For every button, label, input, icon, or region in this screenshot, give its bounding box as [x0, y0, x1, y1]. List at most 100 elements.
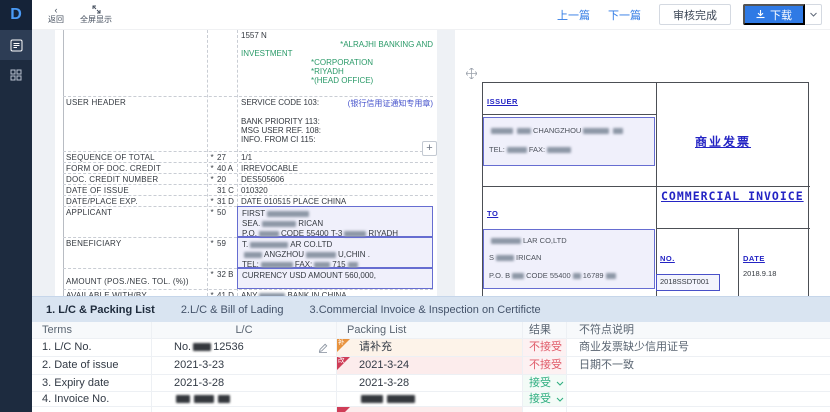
lc-bank-line1: *ALRAJHI BANKING AND: [241, 40, 433, 49]
lc-field-tag: 31 C: [217, 185, 237, 195]
result-value: 接受: [529, 392, 551, 406]
discrepancy-table: Terms L/C Packing List 结果 不符点说明 1. L/C N…: [32, 322, 830, 412]
app-logo-letter: D: [10, 6, 22, 24]
sidebar-item-apps[interactable]: [0, 60, 32, 90]
tab-lc-bill-of-lading[interactable]: 2.L/C & Bill of Lading: [181, 304, 284, 316]
result-value: 接受: [529, 375, 551, 391]
tab-invoice-inspection-certificate[interactable]: 3.Commercial Invoice & Inspection on Cer…: [310, 304, 541, 316]
beneficiary-line1a: T.: [242, 240, 248, 249]
header-result: 结果: [523, 322, 567, 338]
invoice-mid-divider: [483, 186, 810, 187]
buyer-highlight-box[interactable]: LAR CO,LTD SIRICAN P.O. BCODE 5540016789: [483, 229, 655, 289]
document-compare-area: 1557 N *ALRAJHI BANKING AND INVESTMENT *…: [32, 30, 830, 296]
download-icon: [756, 10, 765, 19]
lc-bank-line2: INVESTMENT: [241, 49, 433, 58]
cell-packing-value: 补 请补充: [337, 339, 523, 356]
lc-field-star: *: [207, 196, 217, 206]
cell-lc-value: 2021-3-23: [152, 357, 337, 374]
cell-lc-value: [152, 392, 337, 406]
lc-row-user-header: USER HEADER SERVICE CODE 103: (银行信用证通知专用…: [63, 96, 433, 151]
buyer-line2a: S: [489, 253, 494, 262]
lc-field-star: *: [207, 174, 217, 184]
lc-field-tag: 20: [217, 174, 237, 184]
beneficiary-line2a: ANGZHOU: [264, 250, 304, 259]
left-nav-sidebar: [0, 30, 32, 412]
lc-message-table: 1557 N *ALRAJHI BANKING AND INVESTMENT *…: [55, 30, 437, 296]
lc-field-label: BENEFICIARY: [63, 238, 207, 268]
chevron-left-icon: ‹: [55, 5, 58, 15]
back-button[interactable]: ‹ 返回: [48, 5, 64, 24]
result-select[interactable]: 不接受: [529, 339, 566, 356]
lc-bank-line5: *(HEAD OFFICE): [311, 76, 433, 85]
review-done-button[interactable]: 审核完成: [659, 4, 731, 25]
invoice-date-label: DATE: [743, 254, 765, 263]
cell-terms: 4. Invoice No.: [32, 392, 152, 406]
lc-field-value: 010320: [237, 185, 433, 195]
main-workspace: 1557 N *ALRAJHI BANKING AND INVESTMENT *…: [32, 30, 830, 412]
cell-packing-value: [337, 407, 523, 412]
lc-user-header-label: USER HEADER: [63, 97, 207, 151]
grid-icon: [10, 69, 22, 81]
packing-text: 2021-3-24: [359, 359, 409, 371]
invoice-no-highlight-box[interactable]: 2018SSDT001: [656, 274, 720, 291]
lc-service-note: (银行信用证通知专用章): [348, 98, 433, 109]
lc-row-available-with: AVAILABLE WITH/BY * 41 D ANYBANK IN CHIN…: [63, 289, 433, 296]
lc-field-star: *: [207, 152, 217, 162]
fullscreen-button[interactable]: 全屏显示: [80, 5, 112, 24]
result-select[interactable]: 接受: [529, 375, 566, 391]
invoice-date-value: 2018.9.18: [743, 269, 776, 278]
move-handle-icon[interactable]: [466, 68, 477, 79]
lc-row-sequence: SEQUENCE OF TOTAL * 27 1/1: [63, 151, 433, 162]
chevron-down-icon: [556, 397, 564, 402]
lc-field-label: FORM OF DOC. CREDIT: [63, 163, 207, 173]
sidebar-item-document-review[interactable]: [0, 30, 32, 60]
lc-row-credit-number: DOC. CREDIT NUMBER * 20 DES505606: [63, 173, 433, 184]
issuer-highlight-box[interactable]: CHANGZHOU TEL:FAX:: [483, 117, 655, 166]
table-header-row: Terms L/C Packing List 结果 不符点说明: [32, 322, 830, 339]
applicant-line2b: RICAN: [298, 219, 323, 228]
prev-doc-link[interactable]: 上一篇: [557, 7, 590, 23]
cell-lc-value: 2021-3-28: [152, 375, 337, 391]
top-toolbar: D ‹ 返回 全屏显示 上一篇 下一篇 审核完成 下载: [0, 0, 830, 30]
issuer-line1: CHANGZHOU: [533, 126, 581, 135]
amount-highlight-box[interactable]: CURRENCY USD AMOUNT 560,000,: [237, 268, 433, 289]
cell-packing-value: 2021-3-28: [337, 375, 523, 391]
issuer-label: ISSUER: [487, 97, 518, 106]
edit-pencil-icon[interactable]: [318, 343, 328, 353]
lc-no-suffix: 12536: [213, 341, 244, 353]
next-doc-link[interactable]: 下一篇: [608, 7, 641, 23]
download-button[interactable]: 下载: [743, 4, 805, 25]
beneficiary-highlight-box[interactable]: T.AR CO.LTD ANGZHOUU,CHIN . TEL:FAX:715: [237, 237, 433, 268]
cell-terms: 1. L/C No.: [32, 339, 152, 356]
lc-field-value: DATE 010515 PLACE CHINA: [237, 196, 433, 206]
invoice-document-page[interactable]: ISSUER CHANGZHOU TEL:FAX: 商业发票 COMMERCIA…: [455, 30, 830, 296]
invoice-table-frame: ISSUER CHANGZHOU TEL:FAX: 商业发票 COMMERCIA…: [482, 82, 809, 296]
download-more-button[interactable]: [805, 4, 822, 25]
result-select[interactable]: 不接受: [529, 357, 566, 374]
applicant-highlight-box[interactable]: FIRST SEA.RICAN P.O.CODE 55400 T-3RIYADH: [237, 206, 433, 237]
beneficiary-line2b: U,CHIN .: [338, 250, 370, 259]
lc-service-code: SERVICE CODE 103:: [241, 98, 319, 107]
lc-field-tag: 50: [217, 207, 237, 237]
tab-lc-packing-list[interactable]: 1. L/C & Packing List: [46, 304, 155, 316]
app-window: D ‹ 返回 全屏显示 上一篇 下一篇 审核完成 下载: [0, 0, 830, 412]
lc-field-star: [207, 185, 217, 195]
lc-field-value: IRREVOCABLE: [237, 163, 433, 173]
invoice-title-en: COMMERCIAL INVOICE: [661, 189, 804, 203]
lc-document-page[interactable]: 1557 N *ALRAJHI BANKING AND INVESTMENT *…: [55, 30, 437, 296]
result-select[interactable]: 接受: [529, 392, 566, 406]
header-packing-list: Packing List: [337, 322, 523, 338]
packing-text: 请补充: [359, 341, 392, 353]
lc-ref-value: 1557 N: [241, 31, 433, 40]
invoice-no-value: 2018SSDT001: [660, 277, 709, 286]
lc-field-star: *: [207, 238, 217, 268]
lc-field-label: APPLICANT: [63, 207, 207, 237]
table-row-lc-no: 1. L/C No. No.12536 补 请补充 不接受: [32, 339, 830, 357]
fullscreen-label: 全屏显示: [80, 15, 112, 24]
compare-tabs-bar: 1. L/C & Packing List 2.L/C & Bill of La…: [32, 296, 830, 322]
lc-row-date-of-issue: DATE OF ISSUE 31 C 010320: [63, 184, 433, 195]
invoice-title-cn: 商业发票: [695, 133, 751, 150]
result-value: 不接受: [529, 339, 562, 356]
add-split-button[interactable]: +: [422, 141, 437, 156]
chevron-down-icon: [556, 381, 564, 386]
